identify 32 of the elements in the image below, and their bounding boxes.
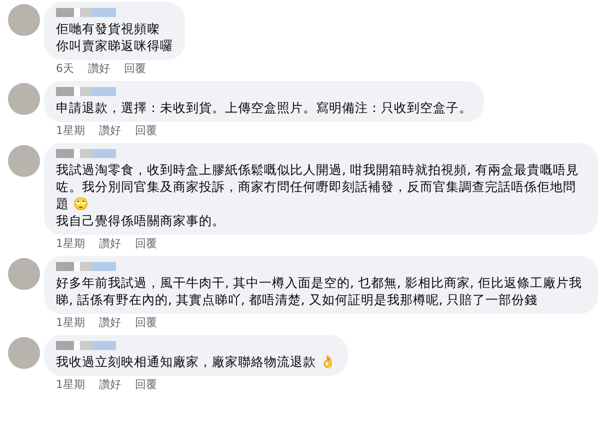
avatar[interactable] xyxy=(8,145,40,177)
blurred-name xyxy=(56,149,116,158)
reply-link[interactable]: 回覆 xyxy=(135,377,157,392)
timestamp-link[interactable]: 1星期 xyxy=(56,123,85,138)
avatar[interactable] xyxy=(8,83,40,115)
like-link[interactable]: 讚好 xyxy=(99,377,121,392)
timestamp-link[interactable]: 1星期 xyxy=(56,236,85,251)
reply-link[interactable]: 回覆 xyxy=(135,315,157,330)
avatar[interactable] xyxy=(8,4,40,36)
reply-link[interactable]: 回覆 xyxy=(135,123,157,138)
reply-link[interactable]: 回覆 xyxy=(124,61,146,76)
like-link[interactable]: 讚好 xyxy=(99,236,121,251)
comment-text: 我收過立刻映相通知廠家，廠家聯絡物流退款 👌 xyxy=(56,353,336,370)
reply-link[interactable]: 回覆 xyxy=(135,236,157,251)
comment-text: 我試過淘零食，收到時盒上膠紙係鬆嘅似比人開過, 咁我開箱時就拍視頻, 有兩盒最貴嘅唔見咗。我分別同官集及商家投訴，商家冇問任何嘢即刻話補發，反而官集調查完話唔係佢地問題 🙄 xyxy=(56,161,580,212)
like-link[interactable]: 讚好 xyxy=(88,61,110,76)
blurred-name xyxy=(56,87,116,96)
like-link[interactable]: 讚好 xyxy=(99,315,121,330)
blurred-name xyxy=(56,262,116,271)
timestamp-link[interactable]: 6天 xyxy=(56,61,74,76)
comment-text: 申請退款，選擇：未收到貨。上傳空盒照片。寫明備注：只收到空盒子。 xyxy=(56,99,472,116)
comment-text: 好多年前我試過，風干牛肉干, 其中一樽入面是空的, 乜都無, 影相比商家, 佢比返條工廠片我睇, 話係有野在內的, 其實点睇吖, 都唔清楚, 又如何証明是我那樽呢, 只賠了一部份錢 xyxy=(56,274,583,308)
avatar[interactable] xyxy=(8,258,40,290)
comment-text: 你叫賣家睇返咪得囉 xyxy=(56,37,173,54)
blurred-name xyxy=(56,341,116,350)
blurred-name xyxy=(56,8,116,17)
like-link[interactable]: 讚好 xyxy=(99,123,121,138)
timestamp-link[interactable]: 1星期 xyxy=(56,377,85,392)
comment-text: 佢哋有發貨視頻㗎 xyxy=(56,20,160,37)
comment-text: 我自己覺得係唔關商家事的。 xyxy=(56,212,225,229)
timestamp-link[interactable]: 1星期 xyxy=(56,315,85,330)
avatar[interactable] xyxy=(8,337,40,369)
